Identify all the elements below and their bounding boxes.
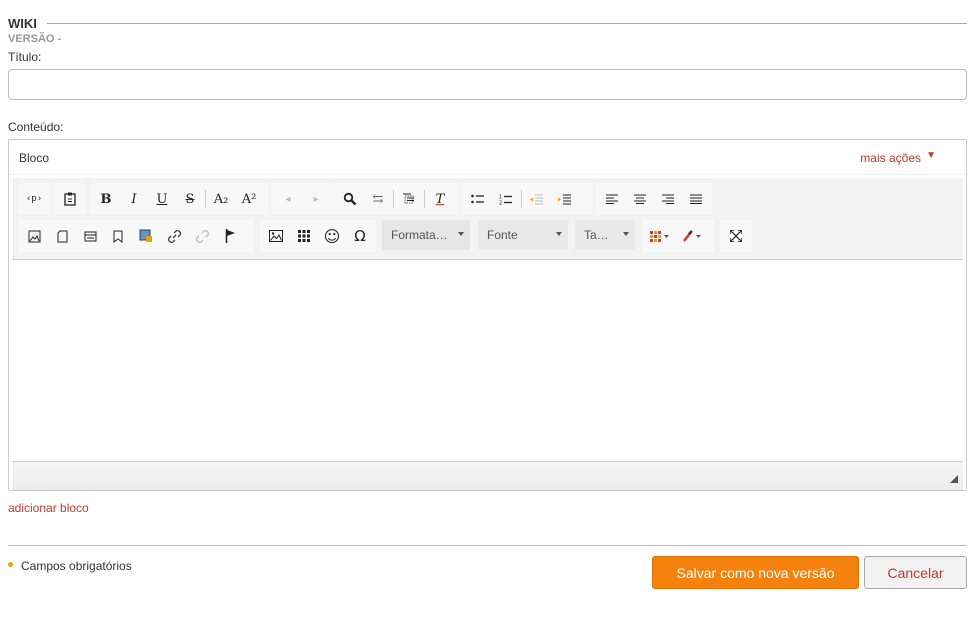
toolbar-separator bbox=[393, 190, 394, 208]
toolbar-separator bbox=[205, 190, 206, 208]
indent-icon[interactable] bbox=[551, 185, 579, 213]
chevron-down-icon bbox=[458, 232, 464, 236]
toolbar-group-insert bbox=[18, 220, 254, 252]
font-combo-label: Fonte bbox=[487, 228, 518, 242]
superscript-icon[interactable]: A² bbox=[235, 185, 263, 213]
content-editor: Bloco mais ações ▼ ‹p› B I U S A₂ A² ◂ ▸ bbox=[8, 139, 967, 491]
brush-icon[interactable] bbox=[676, 222, 708, 250]
more-actions-link[interactable]: mais ações bbox=[860, 151, 921, 165]
align-center-icon[interactable] bbox=[626, 185, 654, 213]
toolbar-group-clipboard bbox=[54, 183, 86, 215]
editor-toolbar: ‹p› B I U S A₂ A² ◂ ▸ ⇆ T 1 2 ☺ Ω Format… bbox=[12, 178, 963, 260]
required-marker-icon bbox=[8, 562, 13, 567]
block-label: Bloco bbox=[19, 151, 50, 165]
toolbar-separator bbox=[424, 190, 425, 208]
toolbar-group-undo: ◂ ▸ bbox=[272, 183, 334, 215]
align-right-icon[interactable] bbox=[654, 185, 682, 213]
justify-icon[interactable] bbox=[682, 185, 710, 213]
toolbar-separator bbox=[521, 190, 522, 208]
fullscreen-icon[interactable] bbox=[722, 222, 750, 250]
table-icon[interactable] bbox=[290, 222, 318, 250]
toolbar-group-media: ☺ Ω bbox=[260, 220, 376, 252]
templates-icon[interactable] bbox=[76, 222, 104, 250]
page-header: WIKI bbox=[8, 15, 967, 31]
resize-grip-icon[interactable] bbox=[950, 475, 958, 483]
toolbar-group-lists: 12 bbox=[462, 183, 592, 215]
underline-icon[interactable]: U bbox=[148, 185, 176, 213]
size-combo[interactable]: Ta… bbox=[575, 220, 635, 250]
chevron-down-icon bbox=[556, 232, 562, 236]
bookmark-icon[interactable] bbox=[104, 222, 132, 250]
new-page-icon[interactable] bbox=[48, 222, 76, 250]
svg-text:2: 2 bbox=[499, 200, 502, 205]
footer-divider bbox=[8, 545, 967, 546]
header-divider bbox=[46, 22, 967, 24]
more-actions-caret-icon[interactable]: ▼ bbox=[926, 150, 936, 161]
required-fields-note: Campos obrigatórios bbox=[21, 559, 132, 573]
format-combo-label: Formata… bbox=[391, 228, 448, 242]
version-label: VERSÃO - bbox=[8, 33, 62, 45]
find-icon[interactable] bbox=[336, 185, 364, 213]
image-icon[interactable] bbox=[262, 222, 290, 250]
page-title: WIKI bbox=[8, 15, 37, 31]
toolbar-group-tools bbox=[720, 220, 752, 252]
align-left-icon[interactable] bbox=[598, 185, 626, 213]
outdent-icon[interactable] bbox=[523, 185, 551, 213]
paste-text-icon[interactable] bbox=[56, 185, 84, 213]
toolbar-group-source: ‹p› bbox=[18, 183, 50, 215]
italic-icon[interactable]: I bbox=[120, 185, 148, 213]
font-combo[interactable]: Fonte bbox=[478, 220, 568, 250]
image-link-icon[interactable] bbox=[132, 222, 160, 250]
toolbar-group-basic-styles: B I U S A₂ A² bbox=[90, 183, 268, 215]
format-combo[interactable]: Formata… bbox=[382, 220, 470, 250]
image-frame-icon[interactable] bbox=[20, 222, 48, 250]
undo-icon[interactable]: ◂ bbox=[274, 185, 302, 213]
numbered-list-icon[interactable]: 12 bbox=[492, 185, 520, 213]
add-block-link[interactable]: adicionar bloco bbox=[8, 501, 89, 515]
toolbar-group-align bbox=[596, 183, 712, 215]
editor-status-bar bbox=[12, 461, 963, 490]
editor-content-area[interactable] bbox=[12, 261, 963, 461]
special-char-icon[interactable]: Ω bbox=[346, 222, 374, 250]
link-icon[interactable] bbox=[160, 222, 188, 250]
content-label: Conteúdo: bbox=[8, 120, 64, 134]
source-icon[interactable]: ‹p› bbox=[20, 185, 48, 213]
smiley-icon[interactable]: ☺ bbox=[318, 222, 346, 250]
title-label: Título: bbox=[8, 50, 42, 64]
toolbar-group-colors bbox=[642, 220, 714, 252]
bold-icon[interactable]: B bbox=[92, 185, 120, 213]
save-new-version-button[interactable]: Salvar como nova versão bbox=[652, 556, 859, 589]
bulleted-list-icon[interactable] bbox=[464, 185, 492, 213]
replace-icon[interactable]: ⇆ bbox=[364, 185, 392, 213]
cancel-button[interactable]: Cancelar bbox=[864, 556, 967, 589]
subscript-icon[interactable]: A₂ bbox=[207, 185, 235, 213]
strikethrough-icon[interactable]: S bbox=[176, 185, 204, 213]
title-input[interactable] bbox=[8, 69, 967, 100]
unlink-icon[interactable] bbox=[188, 222, 216, 250]
anchor-flag-icon[interactable] bbox=[216, 222, 244, 250]
block-header: Bloco mais ações ▼ bbox=[9, 140, 966, 175]
remove-format-icon[interactable]: T bbox=[426, 185, 454, 213]
select-all-icon[interactable] bbox=[395, 185, 423, 213]
toolbar-group-editing: ⇆ T bbox=[334, 183, 458, 215]
text-color-icon[interactable] bbox=[644, 222, 676, 250]
chevron-down-icon bbox=[623, 232, 629, 236]
size-combo-label: Ta… bbox=[584, 228, 609, 242]
redo-icon[interactable]: ▸ bbox=[302, 185, 330, 213]
